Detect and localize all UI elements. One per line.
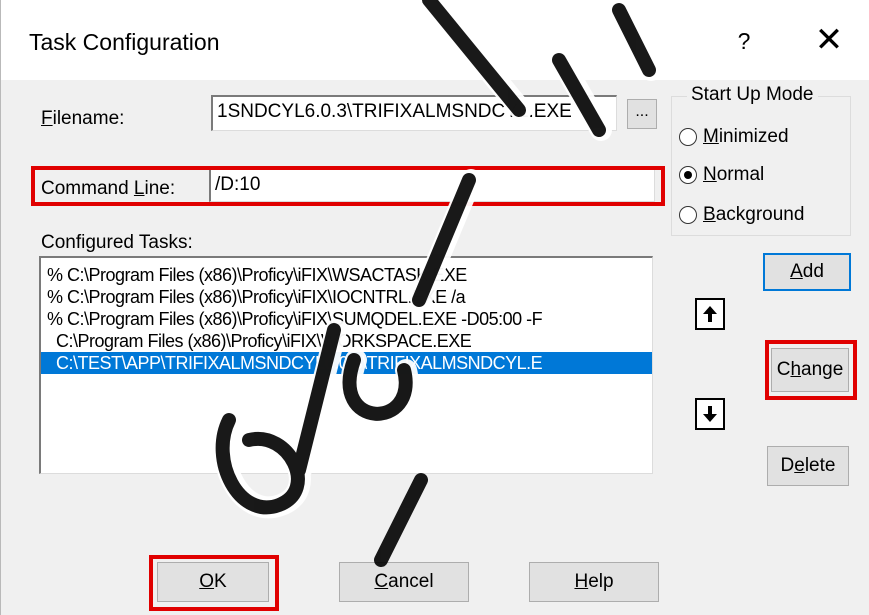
watermark — [213, 0, 662, 567]
task-configuration-dialog: Task Configuration ? ✕ Filename: 1SNDCYL… — [0, 0, 869, 615]
